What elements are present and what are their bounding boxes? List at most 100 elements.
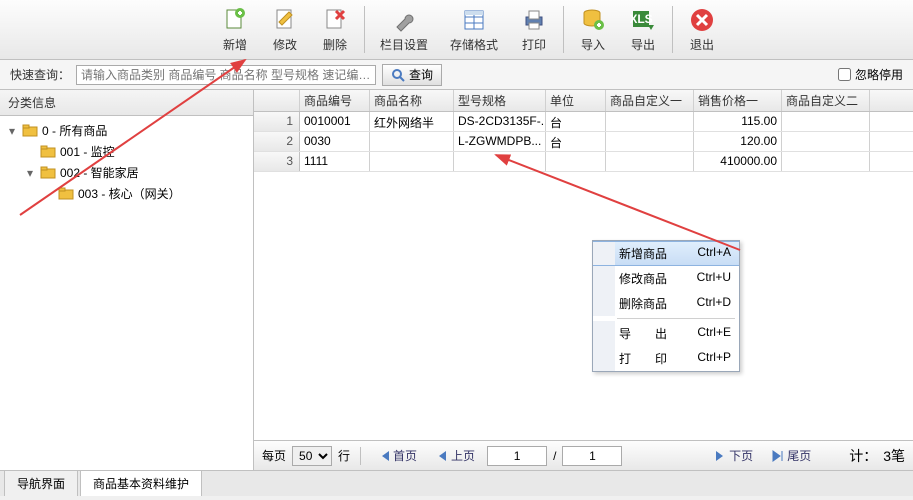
menu-separator <box>617 318 735 319</box>
magnifier-icon <box>391 68 405 82</box>
row-number: 1 <box>254 112 300 131</box>
add-label: 新增 <box>223 36 247 53</box>
import-label: 导入 <box>581 36 605 53</box>
menu-item-print[interactable]: 打 印Ctrl+P <box>593 346 739 371</box>
collapse-icon[interactable]: ▾ <box>6 124 18 138</box>
tree-node[interactable]: 001 - 监控 <box>24 141 247 162</box>
ignore-disabled-checkbox[interactable]: 忽略停用 <box>838 66 903 83</box>
grid-header: 商品编号 商品名称 型号规格 单位 商品自定义一 销售价格一 商品自定义二 <box>254 90 913 112</box>
print-button[interactable]: 打印 <box>509 0 559 59</box>
current-page-input[interactable] <box>487 446 547 466</box>
tree-node-root[interactable]: ▾ 0 - 所有商品 <box>6 120 247 141</box>
prev-icon <box>435 449 449 463</box>
context-menu: 新增商品Ctrl+A 修改商品Ctrl+U 删除商品Ctrl+D 导 出Ctrl… <box>592 240 740 372</box>
cell-price1[interactable]: 410000.00 <box>694 152 782 171</box>
cell-custom2[interactable] <box>782 132 870 151</box>
cell-code[interactable]: 0030 <box>300 132 370 151</box>
cell-unit[interactable]: 台 <box>546 112 606 131</box>
first-page-button[interactable]: 首页 <box>371 445 423 466</box>
search-bar: 快速查询： 查询 忽略停用 <box>0 60 913 90</box>
shortcut: Ctrl+E <box>697 325 731 342</box>
row-number: 3 <box>254 152 300 171</box>
database-import-icon <box>579 6 607 34</box>
toolbar-separator <box>364 6 365 53</box>
col-header[interactable]: 商品自定义二 <box>782 90 870 111</box>
menu-item-export[interactable]: 导 出Ctrl+E <box>593 321 739 346</box>
search-input[interactable] <box>76 65 376 85</box>
cell-price1[interactable]: 120.00 <box>694 132 782 151</box>
search-button[interactable]: 查询 <box>382 64 442 86</box>
delete-button[interactable]: 删除 <box>310 0 360 59</box>
add-button[interactable]: 新增 <box>210 0 260 59</box>
main-area: 分类信息 ▾ 0 - 所有商品 001 - 监控 ▾ 002 - 智能家居 <box>0 90 913 470</box>
edit-button[interactable]: 修改 <box>260 0 310 59</box>
tree-node[interactable]: 003 - 核心（网关） <box>42 183 247 204</box>
cell-custom1[interactable] <box>606 152 694 171</box>
menu-item-edit[interactable]: 修改商品Ctrl+U <box>593 266 739 291</box>
cell-name[interactable] <box>370 152 454 171</box>
cell-spec[interactable] <box>454 152 546 171</box>
export-button[interactable]: XLS 导出 <box>618 0 668 59</box>
tree-label: 003 - 核心（网关） <box>78 185 181 202</box>
toolbar-separator <box>672 6 673 53</box>
menu-item-add[interactable]: 新增商品Ctrl+A <box>593 241 739 266</box>
table-row[interactable]: 31111 410000.00 <box>254 152 913 172</box>
first-icon <box>377 449 391 463</box>
printer-icon <box>520 6 548 34</box>
shortcut: Ctrl+A <box>697 245 731 262</box>
cell-custom1[interactable] <box>606 132 694 151</box>
exit-button[interactable]: 退出 <box>677 0 727 59</box>
col-header[interactable]: 单位 <box>546 90 606 111</box>
total-value: 3笔 <box>883 446 905 466</box>
cell-custom2[interactable] <box>782 112 870 131</box>
collapse-icon[interactable]: ▾ <box>24 166 36 180</box>
table-row[interactable]: 20030 L-ZGWMDPB...台 120.00 <box>254 132 913 152</box>
col-header[interactable]: 型号规格 <box>454 90 546 111</box>
bottom-tabs: 导航界面 商品基本资料维护 <box>0 470 913 496</box>
cell-unit[interactable]: 台 <box>546 132 606 151</box>
cell-price1[interactable]: 115.00 <box>694 112 782 131</box>
per-page-label: 每页 <box>262 447 286 464</box>
col-header[interactable]: 商品编号 <box>300 90 370 111</box>
grid-body: 10010001红外网络半DS-2CD3135F-...台115.0020030… <box>254 112 913 440</box>
save-format-label: 存储格式 <box>450 36 498 53</box>
row-number: 2 <box>254 132 300 151</box>
next-page-button[interactable]: 下页 <box>707 445 759 466</box>
cell-spec[interactable]: L-ZGWMDPB... <box>454 132 546 151</box>
tree-label: 001 - 监控 <box>60 143 115 160</box>
total-label: 计： <box>849 446 877 466</box>
col-header[interactable]: 销售价格一 <box>694 90 782 111</box>
save-format-button[interactable]: 存储格式 <box>439 0 509 59</box>
tab-product[interactable]: 商品基本资料维护 <box>80 470 202 496</box>
cell-custom2[interactable] <box>782 152 870 171</box>
tab-nav[interactable]: 导航界面 <box>4 470 78 496</box>
shortcut: Ctrl+U <box>697 270 731 287</box>
col-header[interactable]: 商品自定义一 <box>606 90 694 111</box>
menu-item-delete[interactable]: 删除商品Ctrl+D <box>593 291 739 316</box>
tree-node[interactable]: ▾ 002 - 智能家居 <box>24 162 247 183</box>
import-button[interactable]: 导入 <box>568 0 618 59</box>
excel-export-icon: XLS <box>629 6 657 34</box>
sidebar-title: 分类信息 <box>0 90 253 116</box>
column-settings-label: 栏目设置 <box>380 36 428 53</box>
per-page-select[interactable]: 50 <box>292 446 332 466</box>
tree-label: 0 - 所有商品 <box>42 122 107 139</box>
column-settings-button[interactable]: 栏目设置 <box>369 0 439 59</box>
cell-name[interactable] <box>370 132 454 151</box>
col-header[interactable]: 商品名称 <box>370 90 454 111</box>
table-row[interactable]: 10010001红外网络半DS-2CD3135F-...台 115.00 <box>254 112 913 132</box>
edit-document-icon <box>271 6 299 34</box>
cell-unit[interactable] <box>546 152 606 171</box>
print-label: 打印 <box>522 36 546 53</box>
cell-name[interactable]: 红外网络半 <box>370 112 454 131</box>
prev-page-button[interactable]: 上页 <box>429 445 481 466</box>
next-icon <box>713 449 727 463</box>
last-page-button[interactable]: 尾页 <box>765 445 817 466</box>
folder-icon <box>22 124 38 138</box>
cell-custom1[interactable] <box>606 112 694 131</box>
cell-code[interactable]: 1111 <box>300 152 370 171</box>
ignore-disabled-input[interactable] <box>838 68 851 81</box>
cell-code[interactable]: 0010001 <box>300 112 370 131</box>
cell-spec[interactable]: DS-2CD3135F-... <box>454 112 546 131</box>
page-separator: / <box>553 449 556 463</box>
